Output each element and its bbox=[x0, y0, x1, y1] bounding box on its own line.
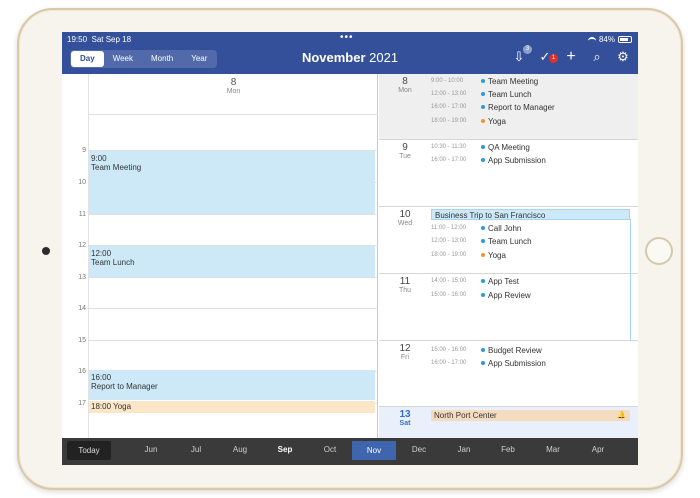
day-header: 8 Mon bbox=[88, 74, 378, 114]
event-time: 9:00 bbox=[91, 154, 107, 163]
battery-icon bbox=[618, 36, 632, 43]
event-report-to-manager[interactable]: 16:00 Report to Manager bbox=[89, 370, 375, 400]
bell-icon: 🔔 bbox=[617, 412, 626, 419]
hour-line bbox=[88, 308, 378, 309]
agenda-item[interactable]: 10:30 - 11:30 QA Meeting bbox=[431, 141, 530, 153]
month-jan[interactable]: Jan bbox=[444, 445, 484, 454]
event-title: Team Lunch bbox=[91, 258, 135, 267]
today-button[interactable]: Today bbox=[67, 441, 111, 460]
allday-event-business-trip[interactable]: Business Trip to San Francisco bbox=[431, 209, 630, 220]
hour-line bbox=[88, 214, 378, 215]
agenda-date: 10 Wed bbox=[397, 209, 413, 227]
hour-label: 12 bbox=[78, 242, 86, 249]
agenda-item[interactable]: 15:00 - 16:00 Budget Review bbox=[431, 344, 542, 356]
home-button[interactable] bbox=[645, 237, 673, 265]
month-dec[interactable]: Dec bbox=[399, 445, 439, 454]
agenda-item[interactable]: 18:00 - 19:00 Yoga bbox=[431, 115, 506, 127]
search-icon[interactable]: ⌕ bbox=[590, 50, 604, 64]
toolbar-icons: ⇩ 3 ✓ 1 + ⌕ ⚙ bbox=[512, 45, 630, 65]
event-title: Team Meeting bbox=[91, 163, 142, 172]
hour-label: 16 bbox=[78, 368, 86, 375]
tab-month[interactable]: Month bbox=[142, 51, 182, 67]
tasks-check-icon[interactable]: ✓ 1 bbox=[538, 50, 558, 64]
tab-day[interactable]: Day bbox=[71, 51, 104, 67]
inbox-icon[interactable]: ⇩ 3 bbox=[512, 45, 532, 64]
agenda-date: 13 Sat bbox=[399, 409, 411, 427]
day-view: 8 Mon 9 10 11 12 13 14 15 16 17 9:00 Tea… bbox=[62, 74, 378, 438]
hour-label: 13 bbox=[78, 274, 86, 281]
agenda-item[interactable]: 18:00 - 19:00 Yoga bbox=[431, 249, 506, 261]
view-switcher: Day Week Month Year bbox=[70, 50, 218, 68]
tab-week[interactable]: Week bbox=[104, 51, 142, 67]
agenda-item[interactable]: 16:00 - 17:00 App Submission bbox=[431, 154, 546, 166]
gear-icon[interactable]: ⚙ bbox=[616, 50, 630, 64]
agenda-item[interactable]: 12:00 - 13:00 Team Lunch bbox=[431, 88, 532, 100]
event-time: 12:00 bbox=[91, 249, 112, 258]
agenda-day-selected[interactable]: 13 Sat North Port Center 🔔 bbox=[379, 407, 638, 438]
hour-label: 15 bbox=[78, 337, 86, 344]
tab-year[interactable]: Year bbox=[182, 51, 216, 67]
month-oct[interactable]: Oct bbox=[310, 445, 350, 454]
hour-label: 14 bbox=[78, 305, 86, 312]
status-right: 84% bbox=[587, 35, 632, 44]
agenda-day[interactable]: 12 Fri 15:00 - 16:00 Budget Review 16:00 -… bbox=[379, 341, 638, 407]
wifi-icon bbox=[587, 36, 596, 43]
hour-line bbox=[88, 340, 378, 341]
month-jun[interactable]: Jun bbox=[131, 445, 171, 454]
event-team-meeting[interactable]: 9:00 Team Meeting bbox=[89, 151, 375, 214]
agenda-list: 8 Mon 9:00 - 10:00 Team Meeting 12:00 - 13… bbox=[379, 74, 638, 438]
agenda-item[interactable]: 14:00 - 15:00 App Test bbox=[431, 275, 519, 287]
agenda-date: 12 Fri bbox=[399, 343, 411, 361]
agenda-date: 8 Mon bbox=[398, 76, 412, 94]
hour-line bbox=[88, 277, 378, 278]
multi-day-span-line bbox=[630, 219, 631, 341]
title-year: 2021 bbox=[369, 50, 399, 65]
agenda-date: 11 Thu bbox=[398, 276, 412, 294]
agenda-item[interactable]: 15:00 - 16:00 App Review bbox=[431, 289, 531, 301]
month-apr[interactable]: Apr bbox=[578, 445, 618, 454]
agenda-day[interactable]: 9 Tue 10:30 - 11:30 QA Meeting 16:00 - 17:… bbox=[379, 140, 638, 207]
day-name: Mon bbox=[226, 88, 241, 95]
status-time: 19:50 Sat Sep 18 bbox=[67, 35, 132, 44]
hour-label: 10 bbox=[78, 179, 86, 186]
month-aug[interactable]: Aug bbox=[220, 445, 260, 454]
add-icon[interactable]: + bbox=[564, 49, 578, 65]
agenda-item[interactable]: 12:00 - 13:00 Team Lunch bbox=[431, 235, 532, 247]
month-mar[interactable]: Mar bbox=[533, 445, 573, 454]
month-strip: Today Jun Jul Aug Sep Oct Nov Dec Jan Fe… bbox=[62, 438, 638, 465]
agenda-item[interactable]: 16:00 - 17:00 App Submission bbox=[431, 357, 546, 369]
month-feb[interactable]: Feb bbox=[488, 445, 528, 454]
tasks-badge: 1 bbox=[549, 54, 558, 63]
month-sep[interactable]: Sep bbox=[265, 445, 305, 454]
page-title: November 2021 bbox=[262, 50, 438, 65]
inbox-badge: 3 bbox=[523, 45, 532, 54]
event-title: 18:00 Yoga bbox=[91, 402, 132, 411]
agenda-item[interactable]: 11:00 - 12:00 Call John bbox=[431, 222, 521, 234]
screen: 19:50 Sat Sep 18 ••• 84% Day Week Month … bbox=[62, 32, 638, 465]
agenda-item[interactable]: 9:00 - 10:00 Team Meeting bbox=[431, 75, 538, 87]
hour-label: 9 bbox=[82, 147, 86, 154]
month-jul[interactable]: Jul bbox=[176, 445, 216, 454]
camera bbox=[42, 247, 50, 255]
agenda-day[interactable]: 8 Mon 9:00 - 10:00 Team Meeting 12:00 - 13… bbox=[379, 74, 638, 140]
allday-event-north-port[interactable]: North Port Center 🔔 bbox=[431, 410, 630, 421]
agenda-item[interactable]: 16:00 - 17:00 Report to Manager bbox=[431, 101, 555, 113]
day-number: 8 bbox=[230, 77, 237, 88]
event-title: Report to Manager bbox=[91, 382, 158, 391]
agenda-day[interactable]: 11 Thu 14:00 - 15:00 App Test 15:00 - 16:0… bbox=[379, 274, 638, 341]
event-time: 16:00 bbox=[91, 373, 112, 382]
event-team-lunch[interactable]: 12:00 Team Lunch bbox=[89, 246, 375, 277]
more-dots-icon[interactable]: ••• bbox=[340, 32, 354, 43]
battery-percent: 84% bbox=[598, 35, 615, 44]
title-month: November bbox=[301, 50, 366, 65]
top-bar: 19:50 Sat Sep 18 ••• 84% Day Week Month … bbox=[62, 32, 638, 74]
hour-label: 17 bbox=[78, 400, 86, 407]
event-yoga[interactable]: 18:00 Yoga bbox=[89, 401, 375, 413]
month-nov[interactable]: Nov bbox=[352, 441, 396, 460]
hour-label: 11 bbox=[78, 211, 86, 218]
agenda-day[interactable]: 10 Wed Business Trip to San Francisco 11:… bbox=[379, 207, 638, 274]
hour-line bbox=[88, 114, 378, 115]
agenda-date: 9 Tue bbox=[399, 142, 411, 160]
